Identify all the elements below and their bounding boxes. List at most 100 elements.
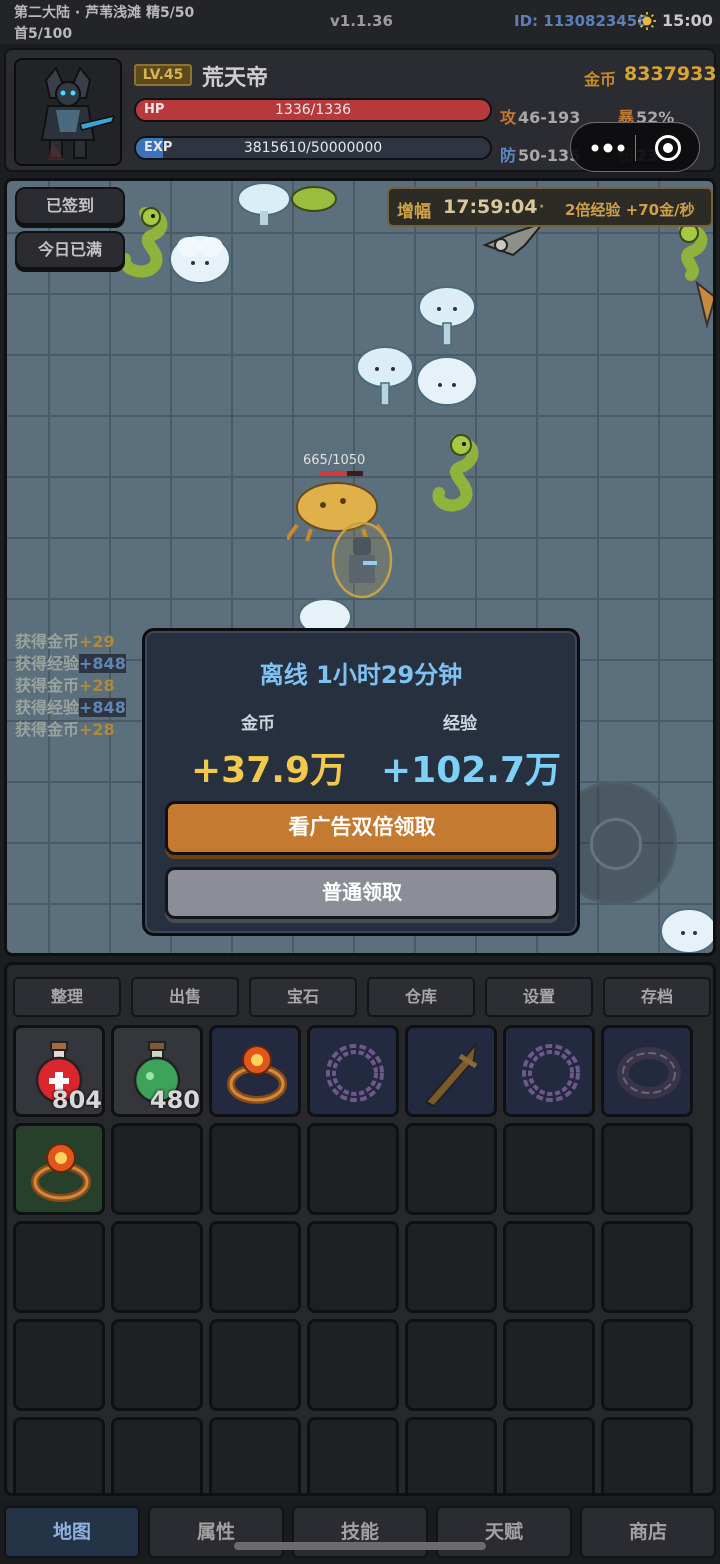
tab-gems[interactable]: 宝石 — [249, 977, 357, 1017]
inventory-slot-empty[interactable] — [307, 1221, 399, 1313]
reward-log-label: 获得金币 — [15, 676, 80, 695]
frost-golem-icon — [416, 356, 478, 406]
reward-log-label: 获得金币 — [15, 720, 80, 739]
player-hero-icon — [331, 521, 393, 599]
daily-limit-button[interactable]: 今日已满 — [15, 231, 125, 269]
exp-reward-label: 经验 — [443, 714, 477, 734]
enemy-hp-text: 665/1050 — [303, 453, 366, 468]
inventory-slot-empty[interactable] — [209, 1417, 301, 1493]
fire-ring-icon — [227, 1045, 287, 1104]
defense-label: 防 — [500, 146, 517, 165]
reward-log-label: 获得金币 — [15, 632, 80, 651]
buff-separator: · — [539, 199, 545, 215]
more-options-icon[interactable] — [589, 140, 627, 156]
reward-log-entry: 获得经验+848 — [15, 697, 126, 719]
frost-tree-icon — [418, 286, 476, 346]
item-count: 804 — [51, 1086, 102, 1114]
inventory-slot-empty[interactable] — [405, 1319, 497, 1411]
nav-talents[interactable]: 天赋 — [436, 1506, 572, 1558]
gold-amount: 8337933 — [624, 63, 717, 85]
nav-skills[interactable]: 技能 — [292, 1506, 428, 1558]
nav-shop[interactable]: 商店 — [580, 1506, 716, 1558]
offline-reward-dialog: 离线 1小时29分钟 金币 经验 +37.9万 +102.7万 看广告双倍领取 … — [142, 628, 580, 936]
game-time: 15:00 — [662, 11, 713, 30]
inventory-slot-empty[interactable] — [503, 1417, 595, 1493]
buff-label: 增幅 — [397, 202, 431, 222]
hero-avatar-icon — [40, 66, 116, 160]
inventory-slot-empty[interactable] — [601, 1319, 693, 1411]
inventory-slot[interactable] — [503, 1025, 595, 1117]
reward-log-label: 获得经验 — [15, 698, 80, 717]
home-indicator — [234, 1542, 486, 1550]
reward-log-label: 获得经验 — [15, 654, 80, 673]
watch-ad-double-button[interactable]: 看广告双倍领取 — [165, 801, 559, 855]
reward-log-value: +28 — [79, 676, 115, 695]
tab-save[interactable]: 存档 — [603, 977, 711, 1017]
inventory-slot-empty[interactable] — [503, 1319, 595, 1411]
top-status-bar: 第二大陆 · 芦苇浅滩 精5/50 首5/100 v1.1.36 ID: 113… — [0, 0, 720, 44]
inventory-slot[interactable]: 480 — [111, 1025, 203, 1117]
tab-settings[interactable]: 设置 — [485, 977, 593, 1017]
stage-progress-text: 首5/100 — [14, 26, 73, 42]
capsule-divider — [635, 135, 636, 161]
tab-storage[interactable]: 仓库 — [367, 977, 475, 1017]
joystick-knob[interactable] — [590, 818, 642, 870]
inventory-slot[interactable] — [307, 1025, 399, 1117]
reward-log-entry: 获得经验+848 — [15, 653, 126, 675]
inventory-slot-empty[interactable] — [111, 1221, 203, 1313]
player-name: 荒天帝 — [202, 66, 269, 91]
exp-reward-value: +102.7万 — [381, 750, 562, 791]
nav-map[interactable]: 地图 — [4, 1506, 140, 1558]
inventory-slot-empty[interactable] — [405, 1123, 497, 1215]
inventory-slot-empty[interactable] — [209, 1319, 301, 1411]
inventory-slot[interactable]: 804 — [13, 1025, 105, 1117]
inventory-slot-empty[interactable] — [601, 1221, 693, 1313]
buff-banner[interactable]: 增幅 17:59:04 · 2倍经验 +70金/秒 — [387, 187, 713, 227]
version-label: v1.1.36 — [330, 12, 393, 30]
inventory-slot[interactable] — [405, 1025, 497, 1117]
close-miniprogram-icon[interactable] — [655, 135, 681, 161]
inventory-slot[interactable] — [601, 1025, 693, 1117]
inventory-slot-empty[interactable] — [405, 1417, 497, 1493]
inventory-slot-empty[interactable] — [13, 1319, 105, 1411]
snake-enemy-icon — [291, 186, 337, 212]
inventory-slot-empty[interactable] — [209, 1221, 301, 1313]
dagger-icon — [424, 1040, 478, 1108]
tab-sort[interactable]: 整理 — [13, 977, 121, 1017]
inventory-slot-empty[interactable] — [307, 1417, 399, 1493]
shadow-ring-icon — [522, 1044, 580, 1102]
level-badge: LV.45 — [134, 64, 192, 86]
player-id: ID: 1130823456 — [514, 12, 648, 30]
inventory-slot[interactable] — [13, 1123, 105, 1215]
inventory-slot-empty[interactable] — [503, 1221, 595, 1313]
hp-bar: HP 1336/1336 — [134, 98, 492, 122]
inventory-slot-empty[interactable] — [13, 1221, 105, 1313]
tab-sell[interactable]: 出售 — [131, 977, 239, 1017]
nav-attributes[interactable]: 属性 — [148, 1506, 284, 1558]
reward-log-entry: 获得金币+29 — [15, 631, 126, 653]
inventory-slot-empty[interactable] — [209, 1123, 301, 1215]
dark-band-icon — [617, 1047, 681, 1099]
signed-in-button[interactable]: 已签到 — [15, 187, 125, 225]
normal-claim-button[interactable]: 普通领取 — [165, 867, 559, 919]
location-text: 第二大陆 · 芦苇浅滩 精5/50 — [14, 5, 195, 21]
inventory-slot-empty[interactable] — [111, 1417, 203, 1493]
inventory-slot-empty[interactable] — [601, 1417, 693, 1493]
frost-golem-icon — [169, 234, 231, 284]
inventory-slot-empty[interactable] — [307, 1123, 399, 1215]
inventory-slot-empty[interactable] — [111, 1123, 203, 1215]
inventory-slot-empty[interactable] — [111, 1319, 203, 1411]
fire-ring-icon — [31, 1143, 91, 1202]
dialog-title: 离线 1小时29分钟 — [259, 661, 463, 689]
reward-log: 获得金币+29 获得经验+848 获得金币+28 获得经验+848 获得金币+28 — [15, 631, 126, 741]
inventory-slot-empty[interactable] — [503, 1123, 595, 1215]
inventory-slot-empty[interactable] — [307, 1319, 399, 1411]
frost-tree-icon — [356, 346, 414, 406]
inventory-slot[interactable] — [209, 1025, 301, 1117]
reward-log-value: +28 — [79, 720, 115, 739]
inventory-slot-empty[interactable] — [405, 1221, 497, 1313]
inventory-slot-empty[interactable] — [13, 1417, 105, 1493]
exp-bar: EXP 3815610/50000000 — [134, 136, 492, 160]
hero-portrait[interactable] — [14, 58, 122, 166]
inventory-slot-empty[interactable] — [601, 1123, 693, 1215]
